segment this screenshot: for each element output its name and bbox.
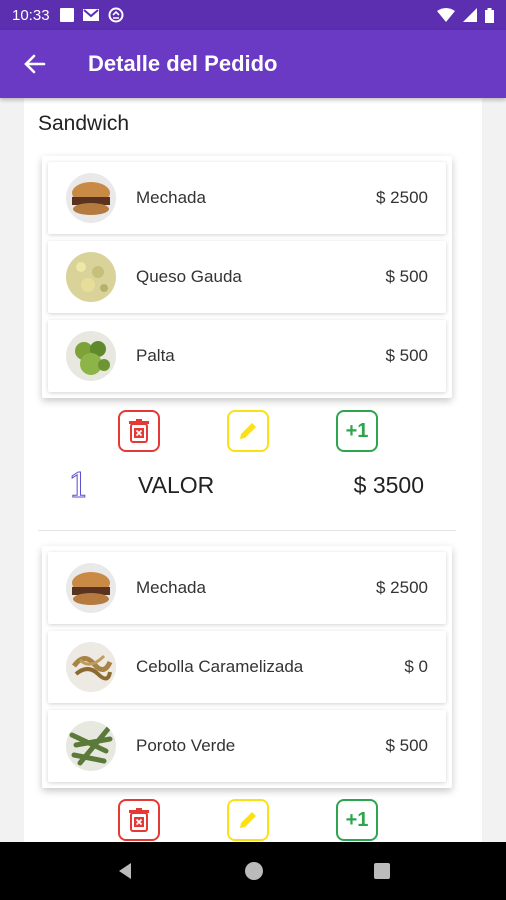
trash-icon (129, 419, 149, 443)
item-name: Cebolla Caramelizada (136, 657, 304, 676)
onion-thumbnail (66, 642, 116, 692)
add-one-button[interactable]: +1 (336, 799, 378, 841)
status-time: 10:33 (12, 6, 50, 24)
delete-button[interactable] (118, 410, 160, 452)
list-item[interactable]: Mechada $ 2500 (48, 162, 446, 234)
item-name: Queso Gauda (136, 267, 242, 286)
pencil-icon (240, 812, 256, 828)
order-actions: +1 (24, 410, 482, 454)
home-circle-icon[interactable] (244, 861, 264, 881)
item-price: $ 2500 (376, 188, 428, 207)
add-one-button[interactable]: +1 (336, 410, 378, 452)
list-item[interactable]: Cebolla Caramelizada $ 0 (48, 631, 446, 703)
item-price: $ 500 (385, 736, 428, 755)
mail-icon (82, 9, 99, 21)
order-items-card: Mechada $ 2500 Queso Gauda $ 500 Palta $… (42, 156, 452, 398)
order-summary: 1 VALOR $ 3500 (24, 466, 482, 507)
green-beans-thumbnail (66, 721, 116, 771)
back-button[interactable] (0, 30, 70, 98)
wifi-icon (437, 8, 455, 22)
item-price: $ 500 (385, 346, 428, 365)
recents-square-icon[interactable] (373, 862, 391, 880)
list-item[interactable]: Mechada $ 2500 (48, 552, 446, 624)
item-name: Mechada (136, 188, 206, 207)
item-name: Mechada (136, 578, 206, 597)
edit-button[interactable] (227, 410, 269, 452)
total-amount: $ 3500 (353, 472, 424, 498)
total-label: VALOR (138, 472, 215, 498)
order-detail-content: Sandwich Mechada $ 2500 Queso Gauda $ 50… (24, 98, 482, 842)
page-title: Detalle del Pedido (88, 51, 278, 76)
quantity-value: 1 (68, 466, 91, 507)
list-item[interactable]: Poroto Verde $ 500 (48, 710, 446, 782)
signal-icon (463, 8, 477, 22)
app-bar: Detalle del Pedido (0, 30, 506, 98)
order-items-card: Mechada $ 2500 Cebolla Caramelizada $ 0 … (42, 546, 452, 788)
divider (38, 530, 456, 531)
arrow-back-icon (24, 54, 46, 74)
edit-button[interactable] (227, 799, 269, 841)
avocado-thumbnail (66, 331, 116, 381)
status-bar: 10:33 (0, 0, 506, 30)
cheese-thumbnail (66, 252, 116, 302)
item-name: Poroto Verde (136, 736, 236, 755)
meat-sandwich-thumbnail (66, 173, 116, 223)
item-price: $ 0 (404, 657, 428, 676)
list-item[interactable]: Palta $ 500 (48, 320, 446, 392)
item-name: Palta (136, 346, 175, 365)
back-triangle-icon[interactable] (115, 861, 135, 881)
item-price: $ 500 (385, 267, 428, 286)
trash-icon (129, 808, 149, 832)
order-actions: +1 (24, 799, 482, 842)
item-price: $ 2500 (376, 578, 428, 597)
delete-button[interactable] (118, 799, 160, 841)
system-nav-bar (0, 842, 506, 900)
section-title: Sandwich (38, 112, 130, 135)
battery-icon (485, 7, 494, 23)
list-item[interactable]: Queso Gauda $ 500 (48, 241, 446, 313)
notification-icon (59, 8, 74, 22)
sync-icon (108, 7, 124, 23)
pencil-icon (240, 423, 256, 439)
meat-sandwich-thumbnail (66, 563, 116, 613)
